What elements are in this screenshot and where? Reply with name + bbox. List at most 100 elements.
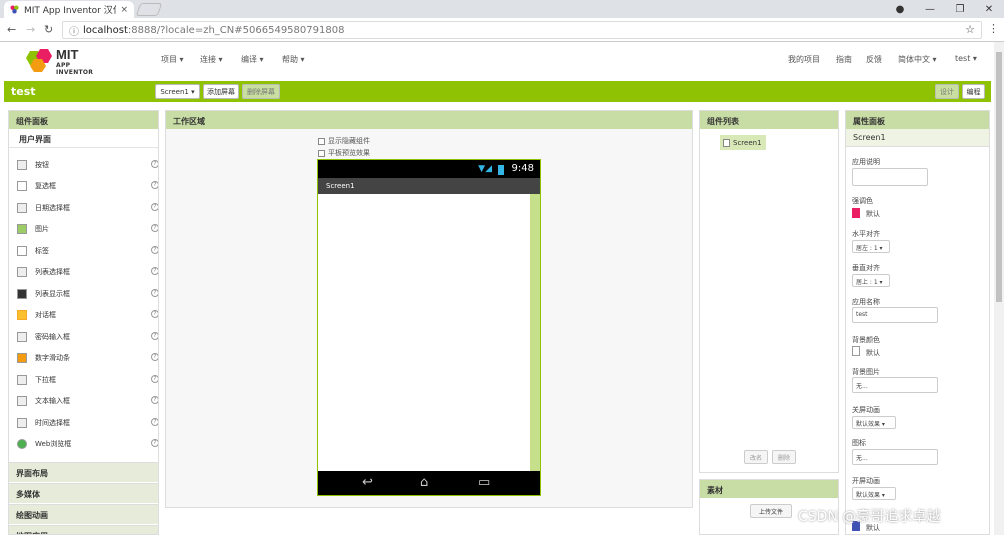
app-name-input[interactable]: test	[852, 307, 938, 323]
help-icon[interactable]: ?	[151, 289, 158, 297]
category-layout[interactable]: 界面布局	[9, 462, 158, 482]
palette-item-label[interactable]: 标签?	[9, 240, 158, 261]
help-icon[interactable]: ?	[151, 246, 158, 254]
globe-icon	[17, 438, 27, 449]
bookmark-star-icon[interactable]: ☆	[965, 23, 975, 36]
designer-button[interactable]: 设计	[935, 84, 959, 99]
align-vertical-select[interactable]: 居上 : 1 ▾	[852, 274, 890, 287]
accent-color-value[interactable]: 默认	[866, 209, 880, 219]
scrollbar-thumb[interactable]	[996, 52, 1002, 302]
url-field[interactable]: ⓘ localhost :8888/?locale=zh_CN#50665495…	[62, 21, 982, 39]
category-drawing[interactable]: 绘图动画	[9, 504, 158, 524]
close-animation-select[interactable]: 默认效果 ▾	[852, 416, 896, 429]
battery-icon	[498, 165, 504, 175]
help-icon[interactable]: ?	[151, 418, 158, 426]
project-name: test	[11, 85, 36, 98]
help-icon[interactable]: ?	[151, 353, 158, 361]
open-animation-select[interactable]: 默认效果 ▾	[852, 487, 896, 500]
palette-item-image[interactable]: 图片?	[9, 218, 158, 239]
screen-icon	[723, 138, 730, 147]
minimize-button[interactable]: —	[915, 0, 945, 18]
menu-connect[interactable]: 连接 ▾	[200, 54, 223, 65]
background-color-value[interactable]: 默认	[866, 348, 880, 358]
maximize-button[interactable]: ❐	[945, 0, 975, 18]
palette-item-passwordtextbox[interactable]: 密码输入框?	[9, 326, 158, 347]
menu-help[interactable]: 帮助 ▾	[282, 54, 305, 65]
background-color-swatch[interactable]	[852, 346, 860, 356]
tree-item-screen1[interactable]: Screen1	[720, 135, 766, 150]
about-screen-textarea[interactable]	[852, 168, 928, 186]
help-icon[interactable]: ?	[151, 203, 158, 211]
browser-tab[interactable]: MIT App Inventor 汉化版 ×	[4, 1, 134, 18]
info-icon[interactable]: ⓘ	[69, 23, 79, 38]
screen-select[interactable]: Screen1 ▾	[155, 84, 200, 99]
language-dropdown[interactable]: 简体中文 ▾	[898, 54, 937, 65]
close-window-button[interactable]: ✕	[974, 0, 1004, 18]
help-icon[interactable]: ?	[151, 224, 158, 232]
profile-icon[interactable]: ●	[885, 0, 915, 18]
forward-icon[interactable]: →	[26, 23, 35, 36]
palette-section-user-interface[interactable]: 用户界面	[9, 129, 158, 148]
palette-item-slider[interactable]: 数字滑动条?	[9, 347, 158, 368]
help-icon[interactable]: ?	[151, 439, 158, 447]
add-screen-button[interactable]: 添加屏幕	[203, 84, 239, 99]
palette-item-checkbox[interactable]: 复选框?	[9, 175, 158, 196]
help-icon[interactable]: ?	[151, 396, 158, 404]
palette-item-webviewer[interactable]: Web浏览框?	[9, 433, 158, 454]
help-icon[interactable]: ?	[151, 375, 158, 383]
help-icon[interactable]: ?	[151, 267, 158, 275]
palette-item-textbox[interactable]: 文本输入框?	[9, 390, 158, 411]
textbox-icon	[17, 395, 27, 406]
page-scrollbar[interactable]	[994, 42, 1004, 535]
palette-item-timepicker[interactable]: 时间选择框?	[9, 412, 158, 433]
align-horizontal-label: 水平对齐	[852, 230, 880, 238]
menu-build[interactable]: 编译 ▾	[241, 54, 264, 65]
category-maps[interactable]: 地图应用	[9, 525, 158, 534]
checkbox[interactable]	[318, 137, 325, 145]
upload-file-button[interactable]: 上传文件	[750, 504, 792, 518]
delete-button[interactable]: 删除	[772, 450, 796, 464]
link-guide[interactable]: 指南	[836, 54, 852, 65]
link-feedback[interactable]: 反馈	[866, 54, 882, 65]
link-my-projects[interactable]: 我的项目	[788, 54, 820, 65]
help-icon[interactable]: ?	[151, 332, 158, 340]
wifi-signal-icon: ▼◢	[478, 164, 492, 174]
app-inventor-favicon-icon	[10, 5, 19, 14]
tablet-preview-checkbox[interactable]: 平板预览效果	[318, 148, 370, 158]
menu-project[interactable]: 项目 ▾	[161, 54, 184, 65]
palette-item-notifier[interactable]: 对话框?	[9, 304, 158, 325]
viewer-title: 工作区域	[166, 111, 692, 129]
user-dropdown[interactable]: test ▾	[955, 54, 977, 63]
palette-item-listpicker[interactable]: 列表选择框?	[9, 261, 158, 282]
palette-item-listview[interactable]: 列表显示框?	[9, 283, 158, 304]
remove-screen-button[interactable]: 删除屏幕	[242, 84, 280, 99]
background-image-input[interactable]: 无...	[852, 377, 938, 393]
category-media[interactable]: 多媒体	[9, 483, 158, 503]
palette-item-spinner[interactable]: 下拉框?	[9, 369, 158, 390]
phone-preview[interactable]: ▼◢ 9:48 Screen1 ↩ ⌂ ▭	[317, 159, 541, 496]
rename-button[interactable]: 改名	[744, 450, 768, 464]
tab-title: MIT App Inventor 汉化版	[24, 6, 116, 16]
browser-menu-icon[interactable]: ⋮	[988, 22, 999, 35]
help-icon[interactable]: ?	[151, 310, 158, 318]
blocks-button[interactable]: 编程	[962, 84, 985, 99]
slider-icon	[17, 352, 27, 363]
palette-panel: 组件面板 用户界面 按钮? 复选框? 日期选择框? 图片? 标签? 列表选择框?…	[8, 110, 159, 535]
new-tab-button[interactable]	[135, 3, 163, 16]
checkbox-icon	[17, 180, 27, 191]
align-horizontal-select[interactable]: 居左 : 1 ▾	[852, 240, 890, 253]
tab-close-icon[interactable]: ×	[120, 5, 128, 15]
palette-item-datepicker[interactable]: 日期选择框?	[9, 197, 158, 218]
mit-app-inventor-logo[interactable]: MIT APP INVENTOR	[24, 45, 106, 76]
palette-item-button[interactable]: 按钮?	[9, 154, 158, 175]
back-icon[interactable]: ←	[7, 23, 16, 36]
background-color-label: 背景颜色	[852, 336, 880, 344]
icon-input[interactable]: 无...	[852, 449, 938, 465]
password-icon	[17, 331, 27, 342]
help-icon[interactable]: ?	[151, 181, 158, 189]
checkbox[interactable]	[318, 149, 325, 157]
help-icon[interactable]: ?	[151, 160, 158, 168]
show-hidden-checkbox[interactable]: 显示隐藏组件	[318, 136, 370, 146]
reload-icon[interactable]: ↻	[44, 23, 53, 36]
accent-color-swatch[interactable]	[852, 208, 860, 218]
